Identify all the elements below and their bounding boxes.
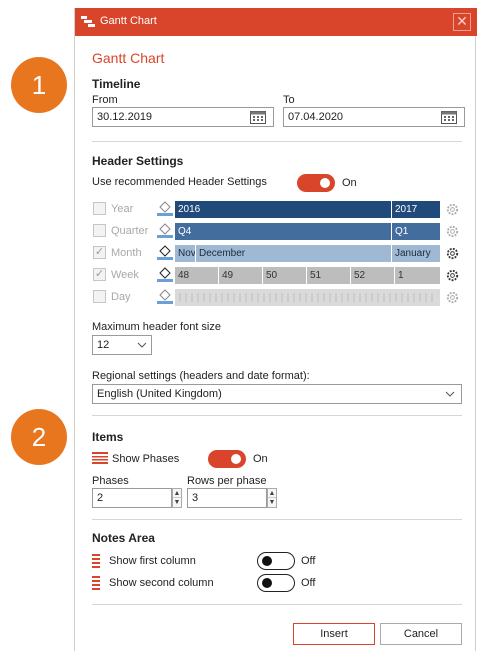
gear-icon[interactable]: [445, 246, 460, 261]
week-bar-1: 1: [395, 267, 440, 284]
show-first-column-state: Off: [301, 555, 316, 567]
second-column-icon: [92, 576, 100, 590]
divider: [92, 141, 462, 142]
gantt-app-icon: [81, 16, 95, 27]
phases-input[interactable]: 2: [92, 488, 172, 508]
insert-button[interactable]: Insert: [293, 623, 375, 645]
step-badge-1: 1: [11, 57, 67, 113]
week-checkbox[interactable]: ✓: [93, 268, 106, 281]
recommended-toggle[interactable]: [297, 174, 335, 192]
show-first-column-toggle[interactable]: [257, 552, 295, 570]
fill-color-icon[interactable]: [156, 287, 174, 304]
phases-label: Phases: [92, 475, 129, 487]
year-checkbox[interactable]: [93, 202, 106, 215]
items-heading: Items: [92, 430, 124, 444]
quarter-bar-q4: Q4: [175, 223, 391, 240]
show-second-column-state: Off: [301, 577, 316, 589]
phases-value: 2: [97, 492, 104, 504]
to-label: To: [283, 94, 295, 106]
show-second-column-toggle[interactable]: [257, 574, 295, 592]
gear-icon[interactable]: [445, 224, 460, 239]
month-checkbox[interactable]: ✓: [93, 246, 106, 259]
show-phases-state: On: [253, 453, 268, 465]
rows-per-phase-stepper[interactable]: ▲ ▼: [267, 488, 277, 508]
quarter-checkbox[interactable]: [93, 224, 106, 237]
chevron-down-icon: [137, 342, 147, 348]
show-second-column-label: Show second column: [109, 577, 214, 589]
month-bar-december: December: [196, 245, 391, 262]
recommended-state: On: [342, 177, 357, 189]
gear-icon[interactable]: [445, 268, 460, 283]
week-bar-49: 49: [219, 267, 262, 284]
window-title: Gantt Chart: [100, 15, 157, 27]
month-bar-nov: Nov: [175, 245, 195, 262]
max-font-value: 12: [97, 339, 110, 351]
gear-icon[interactable]: [445, 290, 460, 305]
from-label: From: [92, 94, 118, 106]
gear-icon[interactable]: [445, 202, 460, 217]
step-badge-2: 2: [11, 409, 67, 465]
from-date-input[interactable]: 30.12.2019: [92, 107, 274, 127]
phases-icon: [92, 452, 108, 464]
fill-color-icon[interactable]: [156, 199, 174, 216]
divider: [92, 604, 462, 605]
regional-value: English (United Kingdom): [97, 388, 222, 400]
fill-color-icon[interactable]: [156, 221, 174, 238]
first-column-icon: [92, 554, 100, 568]
week-label: Week: [111, 269, 139, 281]
regional-label: Regional settings (headers and date form…: [92, 370, 310, 382]
week-bar-52: 52: [351, 267, 394, 284]
year-label: Year: [111, 203, 134, 215]
year-bar-2017: 2017: [392, 201, 440, 218]
year-bar-2016: 2016: [175, 201, 391, 218]
calendar-icon[interactable]: [250, 110, 266, 124]
fill-color-icon[interactable]: [156, 243, 174, 260]
day-bar-strip: [175, 289, 440, 306]
title-bar: Gantt Chart ✕: [75, 8, 477, 36]
phases-stepper[interactable]: ▲ ▼: [172, 488, 182, 508]
quarter-label: Quarter: [111, 225, 149, 237]
show-phases-toggle[interactable]: [208, 450, 246, 468]
week-bar-51: 51: [307, 267, 350, 284]
recommended-label: Use recommended Header Settings: [92, 176, 267, 188]
to-date-input[interactable]: 07.04.2020: [283, 107, 465, 127]
from-date-value: 30.12.2019: [97, 111, 153, 123]
day-checkbox[interactable]: [93, 290, 106, 303]
cancel-button[interactable]: Cancel: [380, 623, 462, 645]
max-font-label: Maximum header font size: [92, 321, 221, 333]
show-phases-label: Show Phases: [112, 453, 180, 465]
header-settings-heading: Header Settings: [92, 154, 184, 168]
divider: [92, 415, 462, 416]
week-bar-50: 50: [263, 267, 306, 284]
rows-per-phase-label: Rows per phase: [187, 475, 267, 487]
regional-select[interactable]: English (United Kingdom): [92, 384, 462, 404]
calendar-icon[interactable]: [441, 110, 457, 124]
week-bar-48: 48: [175, 267, 218, 284]
notes-area-heading: Notes Area: [92, 531, 155, 545]
timeline-heading: Timeline: [92, 77, 141, 91]
show-first-column-label: Show first column: [109, 555, 196, 567]
gantt-dialog: Gantt Chart ✕ Gantt Chart Timeline From …: [74, 8, 477, 651]
close-icon[interactable]: ✕: [453, 13, 471, 31]
rows-per-phase-value: 3: [192, 492, 199, 504]
day-label: Day: [111, 291, 131, 303]
fill-color-icon[interactable]: [156, 265, 174, 282]
month-label: Month: [111, 247, 142, 259]
to-date-value: 07.04.2020: [288, 111, 344, 123]
chevron-down-icon: [445, 391, 455, 397]
quarter-bar-q1: Q1: [392, 223, 440, 240]
divider: [92, 519, 462, 520]
month-bar-january: January: [392, 245, 440, 262]
rows-per-phase-input[interactable]: 3: [187, 488, 267, 508]
dialog-title: Gantt Chart: [92, 50, 165, 66]
